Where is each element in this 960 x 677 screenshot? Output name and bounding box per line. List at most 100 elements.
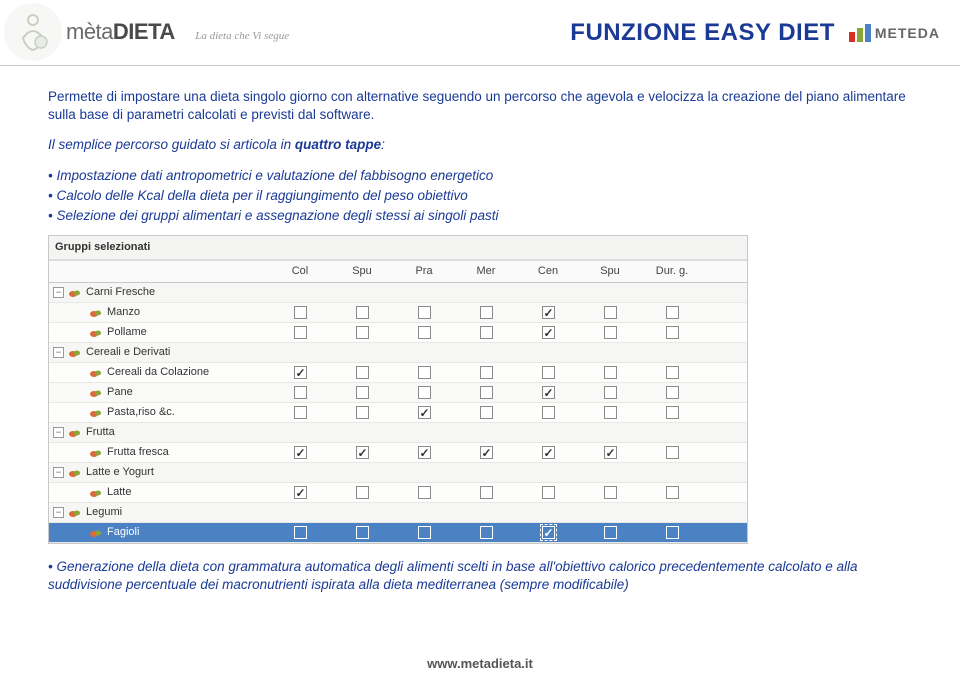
meal-checkbox[interactable] xyxy=(356,486,369,499)
tree-group-row[interactable]: −Carni Fresche xyxy=(49,283,747,303)
meal-checkbox[interactable] xyxy=(542,526,555,539)
meal-checkbox[interactable] xyxy=(294,486,307,499)
meal-checkbox[interactable] xyxy=(542,386,555,399)
meal-checkbox[interactable] xyxy=(356,526,369,539)
meal-checkbox[interactable] xyxy=(418,526,431,539)
meal-checkbox[interactable] xyxy=(666,486,679,499)
grid-header: ColSpuPraMerCenSpuDur. g. xyxy=(49,260,747,283)
tree-item-row[interactable]: Pollame xyxy=(49,323,747,343)
tree-item-row[interactable]: Pasta,riso &c. xyxy=(49,403,747,423)
food-icon xyxy=(89,327,103,339)
meteda-bars-icon xyxy=(849,24,871,42)
meal-checkbox[interactable] xyxy=(480,406,493,419)
food-icon xyxy=(89,407,103,419)
meal-checkbox[interactable] xyxy=(480,306,493,319)
meal-checkbox[interactable] xyxy=(480,446,493,459)
meal-checkbox[interactable] xyxy=(542,366,555,379)
meal-checkbox[interactable] xyxy=(542,486,555,499)
tree-collapse-icon[interactable]: − xyxy=(53,427,64,438)
tree-item-row[interactable]: Cereali da Colazione xyxy=(49,363,747,383)
meal-checkbox[interactable] xyxy=(604,406,617,419)
meal-checkbox[interactable] xyxy=(418,326,431,339)
meal-checkbox[interactable] xyxy=(418,446,431,459)
meal-checkbox[interactable] xyxy=(480,526,493,539)
meal-checkbox[interactable] xyxy=(294,366,307,379)
tree-collapse-icon[interactable]: − xyxy=(53,467,64,478)
meal-checkbox[interactable] xyxy=(418,406,431,419)
brand-text: mètaDIETA xyxy=(66,19,175,44)
meal-checkbox[interactable] xyxy=(418,306,431,319)
row-label: Cereali da Colazione xyxy=(107,365,209,380)
column-header: Dur. g. xyxy=(641,261,703,282)
tree-group-row[interactable]: −Frutta xyxy=(49,423,747,443)
food-icon xyxy=(89,527,103,539)
meal-checkbox[interactable] xyxy=(604,366,617,379)
tree-collapse-icon[interactable]: − xyxy=(53,347,64,358)
meal-checkbox[interactable] xyxy=(294,386,307,399)
meal-checkbox[interactable] xyxy=(480,326,493,339)
tree-item-row[interactable]: Latte xyxy=(49,483,747,503)
meal-checkbox[interactable] xyxy=(666,446,679,459)
meal-checkbox[interactable] xyxy=(356,446,369,459)
column-header: Pra xyxy=(393,261,455,282)
tree-group-row[interactable]: − Cereali e Derivati xyxy=(49,343,747,363)
meal-checkbox[interactable] xyxy=(542,326,555,339)
meal-checkbox[interactable] xyxy=(604,386,617,399)
meal-checkbox[interactable] xyxy=(666,526,679,539)
meal-checkbox[interactable] xyxy=(418,386,431,399)
meal-checkbox[interactable] xyxy=(480,386,493,399)
meal-checkbox[interactable] xyxy=(666,386,679,399)
meal-checkbox[interactable] xyxy=(356,366,369,379)
row-label: Latte e Yogurt xyxy=(86,465,154,480)
meal-checkbox[interactable] xyxy=(604,486,617,499)
meal-checkbox[interactable] xyxy=(604,526,617,539)
meal-checkbox[interactable] xyxy=(480,366,493,379)
meal-checkbox[interactable] xyxy=(480,486,493,499)
meal-checkbox[interactable] xyxy=(294,326,307,339)
brand-illustration xyxy=(4,3,62,61)
meal-checkbox[interactable] xyxy=(604,306,617,319)
food-icon xyxy=(89,487,103,499)
meal-checkbox[interactable] xyxy=(294,526,307,539)
meal-checkbox[interactable] xyxy=(666,366,679,379)
row-label: Frutta fresca xyxy=(107,445,169,460)
tree-group-row[interactable]: − Latte e Yogurt xyxy=(49,463,747,483)
food-icon xyxy=(68,507,82,519)
meal-checkbox[interactable] xyxy=(542,306,555,319)
tree-item-row[interactable]: Pane xyxy=(49,383,747,403)
meal-checkbox[interactable] xyxy=(294,406,307,419)
meal-checkbox[interactable] xyxy=(356,386,369,399)
meal-checkbox[interactable] xyxy=(666,406,679,419)
tree-collapse-icon[interactable]: − xyxy=(53,507,64,518)
meal-checkbox[interactable] xyxy=(604,446,617,459)
bullets-top: Impostazione dati antropometrici e valut… xyxy=(48,167,912,226)
meal-checkbox[interactable] xyxy=(542,446,555,459)
row-label: Manzo xyxy=(107,305,140,320)
meal-checkbox[interactable] xyxy=(356,306,369,319)
tree-group-row[interactable]: −Legumi xyxy=(49,503,747,523)
person-figure-icon xyxy=(11,10,55,54)
tree-item-row[interactable]: Fagioli xyxy=(49,523,747,543)
meal-checkbox[interactable] xyxy=(666,306,679,319)
row-label: Pasta,riso &c. xyxy=(107,405,175,420)
food-icon xyxy=(89,387,103,399)
tree-item-row[interactable]: Frutta fresca xyxy=(49,443,747,463)
meal-checkbox[interactable] xyxy=(356,406,369,419)
meal-checkbox[interactable] xyxy=(666,326,679,339)
brand-logo: mètaDIETA La dieta che Vi segue xyxy=(4,2,324,62)
meal-checkbox[interactable] xyxy=(604,326,617,339)
food-icon xyxy=(89,447,103,459)
food-icon xyxy=(89,307,103,319)
tree-collapse-icon[interactable]: − xyxy=(53,287,64,298)
page-title: FUNZIONE EASY DIET xyxy=(570,19,835,47)
row-label: Cereali e Derivati xyxy=(86,345,170,360)
meal-checkbox[interactable] xyxy=(418,366,431,379)
meal-checkbox[interactable] xyxy=(294,446,307,459)
row-label: Pollame xyxy=(107,325,147,340)
meal-checkbox[interactable] xyxy=(356,326,369,339)
meal-checkbox[interactable] xyxy=(542,406,555,419)
tree-item-row[interactable]: Manzo xyxy=(49,303,747,323)
meal-checkbox[interactable] xyxy=(418,486,431,499)
meal-checkbox[interactable] xyxy=(294,306,307,319)
row-label: Latte xyxy=(107,485,131,500)
